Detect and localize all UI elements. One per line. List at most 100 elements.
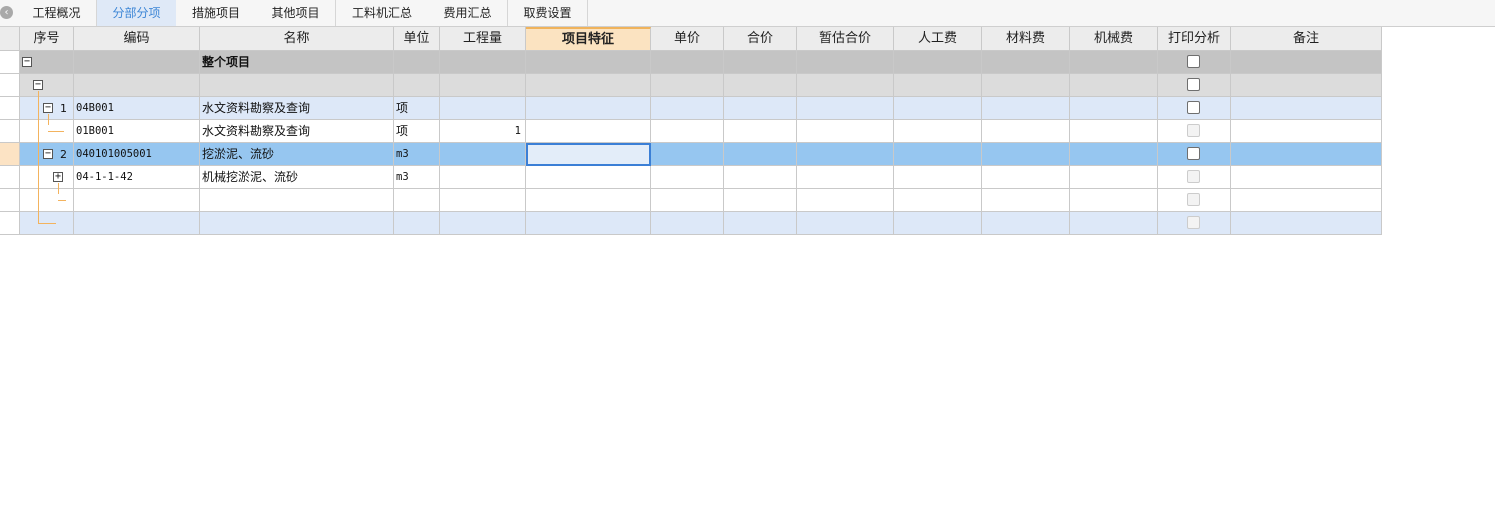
cell-6-2[interactable]: 04-1-1-42 [74,166,200,189]
cell-6-14[interactable] [1231,166,1382,189]
cell-2-8[interactable] [724,74,797,97]
cell-1-8[interactable] [724,51,797,74]
row-gutter[interactable] [0,189,20,212]
cell-5-5[interactable] [440,143,526,166]
cell-1-14[interactable] [1231,51,1382,74]
cell-2-11[interactable] [982,74,1070,97]
cell-1-9[interactable] [797,51,894,74]
cell-2-3[interactable] [200,74,394,97]
cell-3-14[interactable] [1231,97,1382,120]
cell-3-7[interactable] [651,97,724,120]
cell-2-2[interactable] [74,74,200,97]
cell-7-4[interactable] [394,189,440,212]
cell-5-9[interactable] [797,143,894,166]
tab-7[interactable]: 取费设置 [508,0,588,26]
column-header-11[interactable]: 材料费 [982,27,1070,51]
cell-2-6[interactable] [526,74,651,97]
tab-5[interactable]: 工料机汇总 [336,0,429,26]
cell-5-12[interactable] [1070,143,1158,166]
column-header-2[interactable]: 编码 [74,27,200,51]
print-analysis-checkbox[interactable] [1187,101,1200,114]
cell-6-10[interactable] [894,166,982,189]
cell-7-14[interactable] [1231,189,1382,212]
cell-8-6[interactable] [526,212,651,235]
cell-7-11[interactable] [982,189,1070,212]
row-gutter[interactable] [0,97,20,120]
cell-6-11[interactable] [982,166,1070,189]
cell-5-3[interactable]: 挖淤泥、流砂 [200,143,394,166]
cell-1-12[interactable] [1070,51,1158,74]
column-header-1[interactable]: 序号 [20,27,74,51]
cell-4-2[interactable]: 01B001 [74,120,200,143]
column-header-9[interactable]: 暂估合价 [797,27,894,51]
cell-1-1[interactable]: − [20,51,74,74]
cell-1-2[interactable] [74,51,200,74]
cell-7-2[interactable] [74,189,200,212]
column-header-14[interactable]: 备注 [1231,27,1382,51]
cell-2-13[interactable] [1158,74,1231,97]
cell-7-12[interactable] [1070,189,1158,212]
row-gutter[interactable] [0,74,20,97]
tab-4[interactable]: 其他项目 [256,0,336,26]
cell-7-3[interactable] [200,189,394,212]
cell-4-12[interactable] [1070,120,1158,143]
print-analysis-checkbox[interactable] [1187,147,1200,160]
cell-8-13[interactable] [1158,212,1231,235]
cell-3-2[interactable]: 04B001 [74,97,200,120]
cell-1-10[interactable] [894,51,982,74]
row-gutter[interactable] [0,166,20,189]
cell-1-13[interactable] [1158,51,1231,74]
minus-box-icon[interactable]: − [43,103,53,113]
cell-3-4[interactable]: 项 [394,97,440,120]
cell-7-7[interactable] [651,189,724,212]
back-circle-icon[interactable]: ‹ [0,6,13,19]
cell-8-4[interactable] [394,212,440,235]
tab-2[interactable]: 分部分项 [97,0,177,26]
row-gutter[interactable] [0,212,20,235]
cell-2-14[interactable] [1231,74,1382,97]
cell-3-8[interactable] [724,97,797,120]
cell-1-3[interactable]: 整个项目 [200,51,394,74]
cell-4-4[interactable]: 项 [394,120,440,143]
cell-3-9[interactable] [797,97,894,120]
cell-7-6[interactable] [526,189,651,212]
plus-box-icon[interactable]: + [53,172,63,182]
cell-1-5[interactable] [440,51,526,74]
column-header-8[interactable]: 合价 [724,27,797,51]
column-header-12[interactable]: 机械费 [1070,27,1158,51]
cell-6-4[interactable]: m3 [394,166,440,189]
tab-6[interactable]: 费用汇总 [428,0,508,26]
cell-3-11[interactable] [982,97,1070,120]
cell-1-6[interactable] [526,51,651,74]
cell-7-10[interactable] [894,189,982,212]
cell-7-8[interactable] [724,189,797,212]
cell-6-9[interactable] [797,166,894,189]
active-cell-editor[interactable] [526,143,651,166]
row-gutter[interactable] [0,143,20,166]
cell-2-7[interactable] [651,74,724,97]
column-header-5[interactable]: 工程量 [440,27,526,51]
cell-4-1[interactable] [20,120,74,143]
cell-7-9[interactable] [797,189,894,212]
print-analysis-checkbox[interactable] [1187,55,1200,68]
cell-3-5[interactable] [440,97,526,120]
cell-3-6[interactable] [526,97,651,120]
cell-3-12[interactable] [1070,97,1158,120]
cell-4-9[interactable] [797,120,894,143]
cell-3-1[interactable]: −1 [20,97,74,120]
cell-5-11[interactable] [982,143,1070,166]
cell-1-4[interactable] [394,51,440,74]
cell-3-10[interactable] [894,97,982,120]
column-header-13[interactable]: 打印分析 [1158,27,1231,51]
column-header-10[interactable]: 人工费 [894,27,982,51]
cell-4-7[interactable] [651,120,724,143]
cell-4-14[interactable] [1231,120,1382,143]
cell-4-13[interactable] [1158,120,1231,143]
tab-1[interactable]: 工程概况 [17,0,97,26]
column-header-7[interactable]: 单价 [651,27,724,51]
cell-2-4[interactable] [394,74,440,97]
cell-4-3[interactable]: 水文资料勘察及查询 [200,120,394,143]
cell-4-5[interactable]: 1 [440,120,526,143]
cell-7-5[interactable] [440,189,526,212]
cell-4-11[interactable] [982,120,1070,143]
